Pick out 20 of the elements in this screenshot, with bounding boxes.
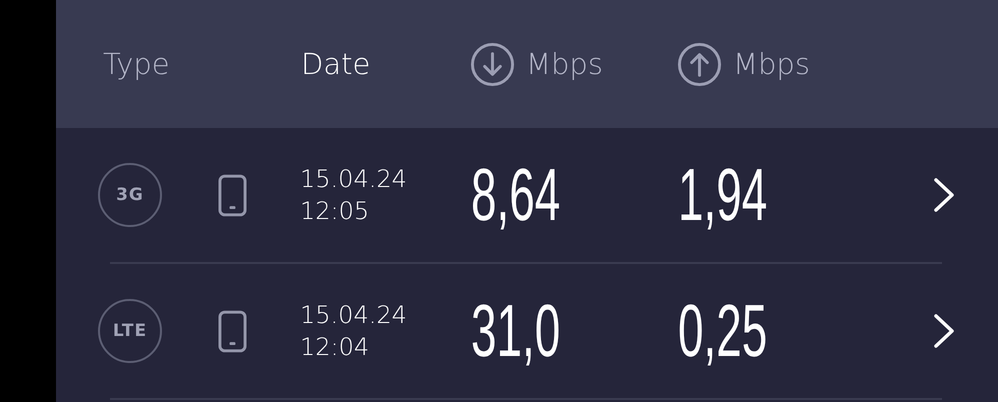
network-type-badge: LTE [98, 299, 162, 363]
test-date: 15.04.24 [300, 300, 407, 331]
network-type-badge: 3G [98, 163, 162, 227]
phone-icon [218, 174, 247, 216]
column-header[interactable]: Type [103, 47, 170, 81]
upload-speed: 1,94 [678, 158, 768, 232]
download-speed: 8,64 [471, 158, 560, 232]
download-speed: 31,0 [471, 294, 560, 368]
phone-icon [218, 310, 247, 352]
column-header[interactable]: Mbps [526, 47, 603, 81]
upload-speed: 0,25 [678, 294, 768, 368]
column-header[interactable]: Mbps [733, 47, 810, 81]
download-icon [470, 42, 515, 86]
test-time: 12:05 [300, 196, 370, 227]
chevron-right-icon [932, 176, 956, 214]
column-header[interactable]: Date [301, 47, 370, 81]
upload-icon [677, 42, 722, 86]
test-date: 15.04.24 [300, 164, 407, 195]
chevron-right-icon [932, 312, 956, 350]
test-time: 12:04 [300, 332, 370, 363]
